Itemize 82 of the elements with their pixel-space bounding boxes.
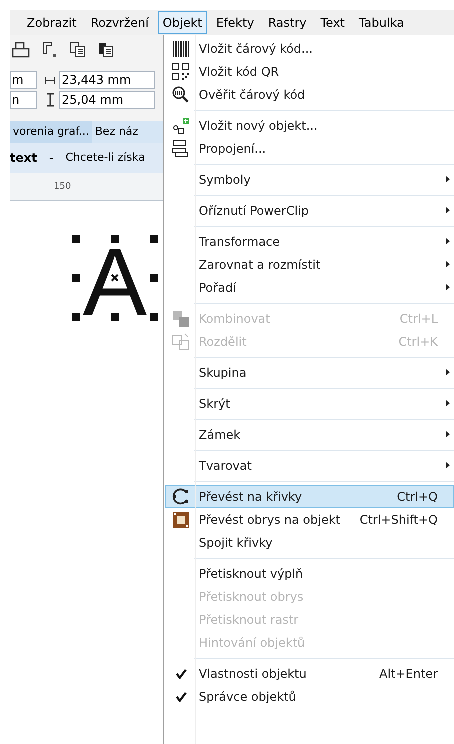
shortcut-label: Alt+Enter xyxy=(379,666,438,682)
menu-item-label: Ověřit čárový kód xyxy=(199,86,306,104)
menu-item-label: Přetisknout obrys xyxy=(199,588,304,606)
menu-item[interactable]: Symboly xyxy=(165,168,454,191)
menu-item[interactable]: Oříznutí PowerClip xyxy=(165,199,454,222)
menu-item[interactable]: Skupina xyxy=(165,361,454,384)
menu-item-label: Tvarovat xyxy=(199,458,252,474)
menu-bar-item[interactable]: Tabulka xyxy=(354,11,410,34)
outline-to-object-icon xyxy=(172,510,190,528)
menu-bar-item[interactable]: Rozvržení xyxy=(86,11,154,34)
selected-text-object: A xyxy=(72,235,162,321)
hint-text: Chcete-li získa xyxy=(66,150,146,166)
menu-bar-item[interactable]: Zobrazit xyxy=(22,11,82,34)
menu-item[interactable]: Vložit čárový kód... xyxy=(165,37,454,60)
shortcut-label: Ctrl+L xyxy=(400,310,438,328)
height-icon xyxy=(45,93,56,107)
menu-bar-item[interactable]: Efekty xyxy=(211,11,260,34)
barcode-icon xyxy=(172,40,190,58)
menu-bar-item[interactable]: Rastry xyxy=(263,11,312,34)
menu-item-label: Přetisknout rastr xyxy=(199,612,299,628)
menu-item[interactable]: Vložit kód QR xyxy=(165,60,454,83)
shortcut-label: Ctrl+Shift+Q xyxy=(360,512,438,528)
tool-name: text xyxy=(10,150,38,167)
menu-item-label: Převést na křivky xyxy=(199,488,302,506)
menu-item[interactable]: Vlastnosti objektu Alt+Enter xyxy=(165,662,454,685)
paste-icon[interactable] xyxy=(98,42,114,58)
menu-item[interactable]: Skrýt xyxy=(165,392,454,415)
menu-item-label: Přetisknout výplň xyxy=(199,566,304,582)
size-field[interactable]: 25,04 mm xyxy=(59,91,155,109)
menu-item-label: Oříznutí PowerClip xyxy=(199,202,310,220)
menu-item[interactable]: Pořadí xyxy=(165,276,454,299)
copy-icon[interactable] xyxy=(70,42,86,58)
menu-item[interactable]: Přetisknout výplň xyxy=(165,562,454,585)
menu-item[interactable]: Zarovnat a rozmístit xyxy=(165,253,454,276)
menu-item[interactable]: Ověřit čárový kód xyxy=(165,83,454,106)
menu-item[interactable]: Vložit nový objekt... xyxy=(165,114,454,137)
menu-item[interactable]: Zámek xyxy=(165,423,454,446)
menu-item-label: Pořadí xyxy=(199,280,236,296)
menu-item-label: Transformace xyxy=(199,234,280,250)
menu-item[interactable]: Tvarovat xyxy=(165,454,454,477)
menu-item-label: Vložit nový objekt... xyxy=(199,118,318,134)
combine-icon xyxy=(172,310,190,328)
size-field[interactable]: 23,443 mm xyxy=(59,71,155,89)
menu-item[interactable]: Správce objektů xyxy=(165,685,454,708)
menu-item-label: Kombinovat xyxy=(199,310,270,328)
menu-item-label: Zarovnat a rozmístit xyxy=(199,256,321,274)
cut-icon[interactable] xyxy=(42,42,58,58)
curve-conversion-icon xyxy=(172,488,190,506)
position-field[interactable]: m xyxy=(10,71,37,89)
magnifier-icon xyxy=(172,86,190,104)
new-object-icon xyxy=(172,116,190,134)
hint-separator: - xyxy=(49,150,54,167)
shortcut-label: Ctrl+K xyxy=(398,334,438,350)
menu-item-label: Zámek xyxy=(199,426,241,444)
printer-icon[interactable] xyxy=(12,42,30,58)
position-field[interactable]: n xyxy=(10,91,37,109)
menu-item-label: Propojení... xyxy=(199,140,266,158)
menu-item[interactable]: Transformace xyxy=(165,230,454,253)
menu-item-label: Hintování objektů xyxy=(199,634,306,652)
menu-item[interactable]: Převést na křivky Ctrl+Q xyxy=(165,485,454,508)
menu-bar-item[interactable]: Text xyxy=(316,11,350,34)
menu-item-label: Převést obrys na objekt xyxy=(199,512,340,528)
menu-item-label: Skrýt xyxy=(199,396,230,412)
shortcut-label: Ctrl+Q xyxy=(397,488,438,506)
menu-item[interactable]: Propojení... xyxy=(165,137,454,160)
menu-item-label: Symboly xyxy=(199,172,251,188)
linked-object-icon xyxy=(172,140,190,158)
document-tab[interactable]: vorenia graf... xyxy=(10,121,92,143)
menu-item-label: Skupina xyxy=(199,364,247,382)
menu-item-label: Rozdělit xyxy=(199,334,247,350)
ruler-label: 150 xyxy=(54,181,72,194)
qr-code-icon xyxy=(172,62,190,80)
menu-item-label: Správce objektů xyxy=(199,688,296,706)
menu-item-label: Vložit kód QR xyxy=(199,64,280,80)
menu-item-label: Vložit čárový kód... xyxy=(199,40,313,58)
menu-item[interactable]: Spojit křivky xyxy=(165,531,454,554)
menu-bar-item[interactable]: Objekt xyxy=(158,11,208,34)
menu-item-label: Spojit křivky xyxy=(199,534,273,552)
menu-item-label: Vlastnosti objektu xyxy=(199,666,307,682)
break-apart-icon xyxy=(172,332,190,350)
menu-item[interactable]: Převést obrys na objekt Ctrl+Shift+Q xyxy=(165,508,454,531)
width-icon xyxy=(45,76,56,84)
